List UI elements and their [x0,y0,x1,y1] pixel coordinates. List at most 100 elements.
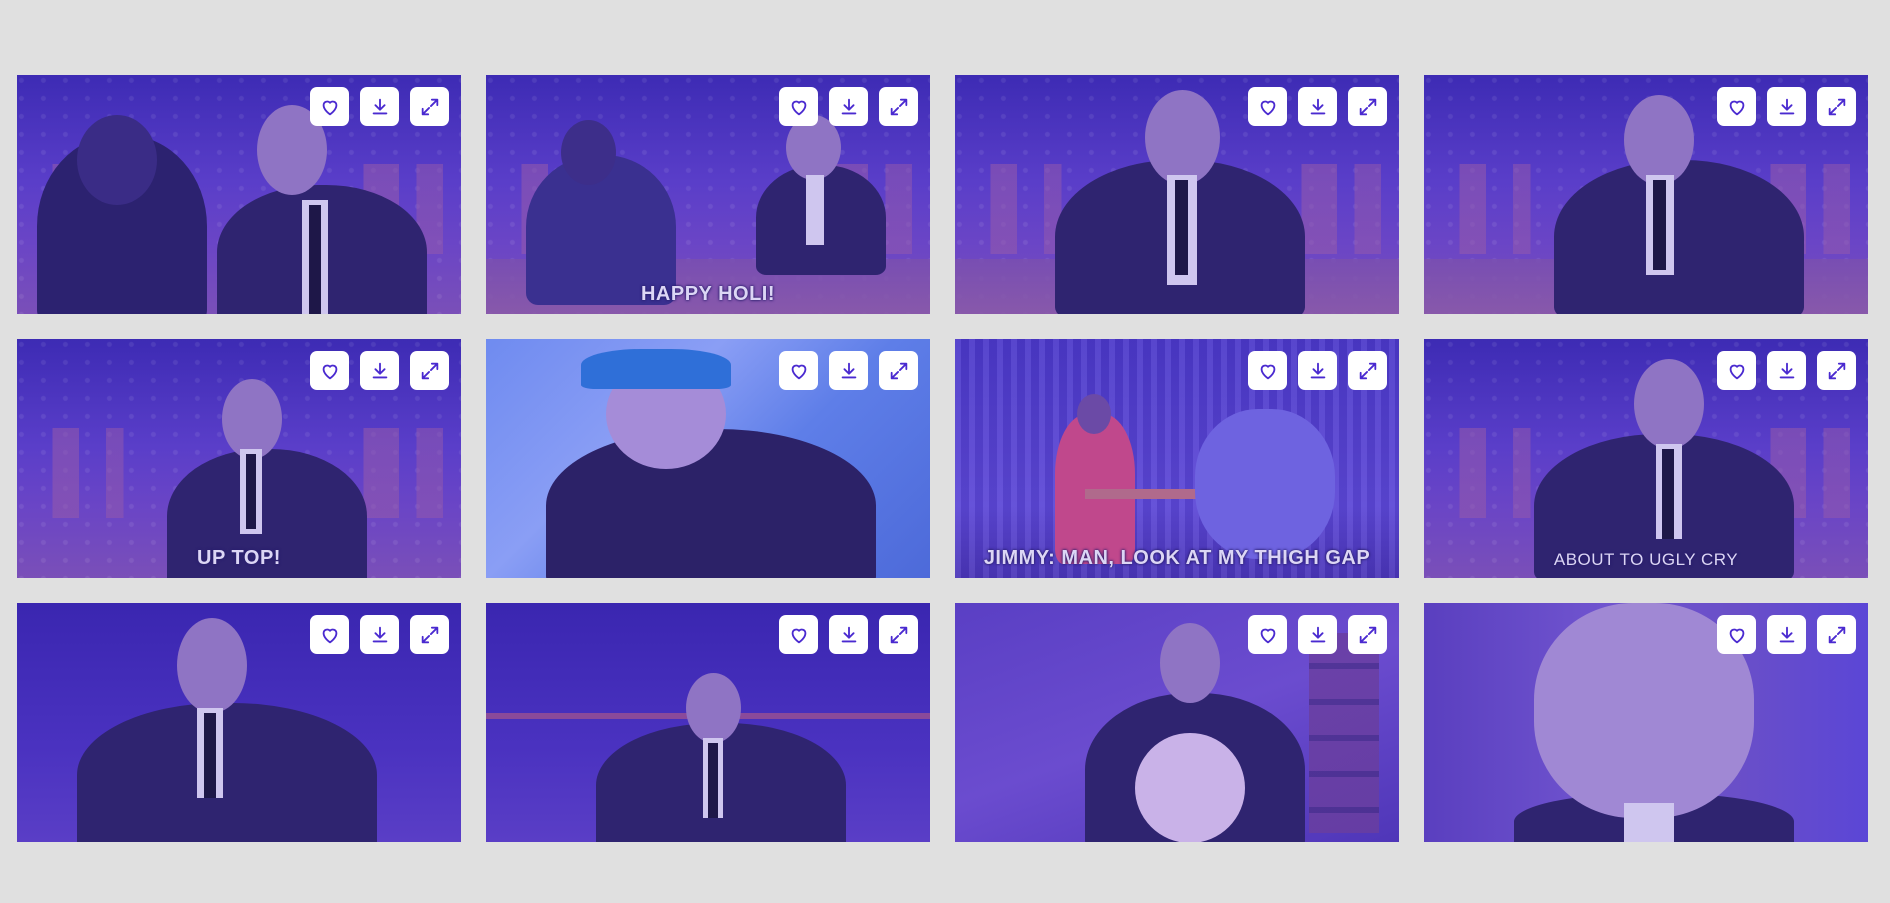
expand-icon [421,362,438,379]
gif-tile[interactable] [17,603,461,842]
gif-tile[interactable] [17,75,461,314]
download-button[interactable] [829,351,868,390]
expand-icon [1828,626,1845,643]
download-button[interactable] [360,87,399,126]
expand-button[interactable] [879,351,918,390]
host-tie [1653,180,1666,270]
expand-icon [890,362,907,379]
gif-tile[interactable]: UP TOP! [17,339,461,578]
download-button[interactable] [360,615,399,654]
download-button[interactable] [1767,615,1806,654]
gif-grid: HAPPY HOLI! UP TOP! JIMMY: MAN, LOOK AT … [17,75,1868,842]
heart-icon [322,100,337,115]
gif-tile[interactable]: ABOUT TO UGLY CRY [1424,339,1868,578]
tile-actions [1248,87,1387,126]
expand-button[interactable] [1817,87,1856,126]
expand-button[interactable] [1348,615,1387,654]
favorite-button[interactable] [1717,615,1756,654]
favorite-button[interactable] [1248,615,1287,654]
expand-icon [1359,626,1376,643]
download-button[interactable] [1298,615,1337,654]
download-icon [841,362,856,378]
heart-icon [791,100,806,115]
gif-tile[interactable] [955,75,1399,314]
favorite-button[interactable] [310,87,349,126]
host-head [1160,623,1220,703]
download-button[interactable] [829,87,868,126]
expand-button[interactable] [410,351,449,390]
download-icon [372,626,387,642]
blue-cap [581,349,731,389]
gif-tile[interactable] [1424,603,1868,842]
tile-actions [1248,351,1387,390]
host-tie [204,713,216,798]
download-icon [841,98,856,114]
host-head [177,618,247,713]
favorite-button[interactable] [1248,87,1287,126]
expand-button[interactable] [410,87,449,126]
gif-tile[interactable] [955,603,1399,842]
expand-icon [890,626,907,643]
favorite-button[interactable] [1248,351,1287,390]
tile-actions [1717,615,1856,654]
favorite-button[interactable] [779,615,818,654]
gif-tile[interactable] [486,339,930,578]
download-icon [1779,626,1794,642]
heart-icon [1260,100,1275,115]
expand-button[interactable] [1817,615,1856,654]
host-head [1634,359,1704,449]
tile-actions [310,615,449,654]
performer-figure [546,429,876,578]
download-button[interactable] [1298,351,1337,390]
heart-icon [322,628,337,643]
heart-icon [791,364,806,379]
download-button[interactable] [1767,351,1806,390]
tile-actions [1248,615,1387,654]
favorite-button[interactable] [779,351,818,390]
expand-button[interactable] [1348,87,1387,126]
host-head [686,673,741,743]
heart-icon [322,364,337,379]
download-button[interactable] [360,351,399,390]
download-button[interactable] [829,615,868,654]
gif-tile[interactable] [1424,75,1868,314]
expand-icon [890,98,907,115]
inflatable-suit-figure [1195,409,1335,559]
heart-icon [791,628,806,643]
host-tie [1175,180,1188,275]
gif-tile[interactable] [486,603,930,842]
host-shirt [1624,803,1674,842]
download-button[interactable] [1298,87,1337,126]
favorite-button[interactable] [779,87,818,126]
download-icon [841,626,856,642]
expand-icon [1828,98,1845,115]
puppy [1135,733,1245,842]
gif-tile[interactable]: HAPPY HOLI! [486,75,930,314]
host-tie [708,743,718,818]
red-suit-head [1077,394,1111,434]
expand-button[interactable] [879,615,918,654]
download-icon [1310,626,1325,642]
download-button[interactable] [1767,87,1806,126]
expand-icon [1359,362,1376,379]
favorite-button[interactable] [1717,87,1756,126]
host-head [222,379,282,459]
expand-button[interactable] [879,87,918,126]
expand-button[interactable] [1817,351,1856,390]
expand-button[interactable] [1348,351,1387,390]
favorite-button[interactable] [1717,351,1756,390]
tile-actions [779,351,918,390]
host-shirt [806,175,824,245]
tile-actions [779,87,918,126]
expand-icon [421,98,438,115]
tile-actions [310,351,449,390]
gif-tile[interactable]: JIMMY: MAN, LOOK AT MY THIGH GAP [955,339,1399,578]
tile-actions [310,87,449,126]
host-head [1624,95,1694,185]
favorite-button[interactable] [310,615,349,654]
expand-button[interactable] [410,615,449,654]
favorite-button[interactable] [310,351,349,390]
gif-caption: ABOUT TO UGLY CRY [1553,550,1739,569]
heart-icon [1260,364,1275,379]
expand-icon [1359,98,1376,115]
